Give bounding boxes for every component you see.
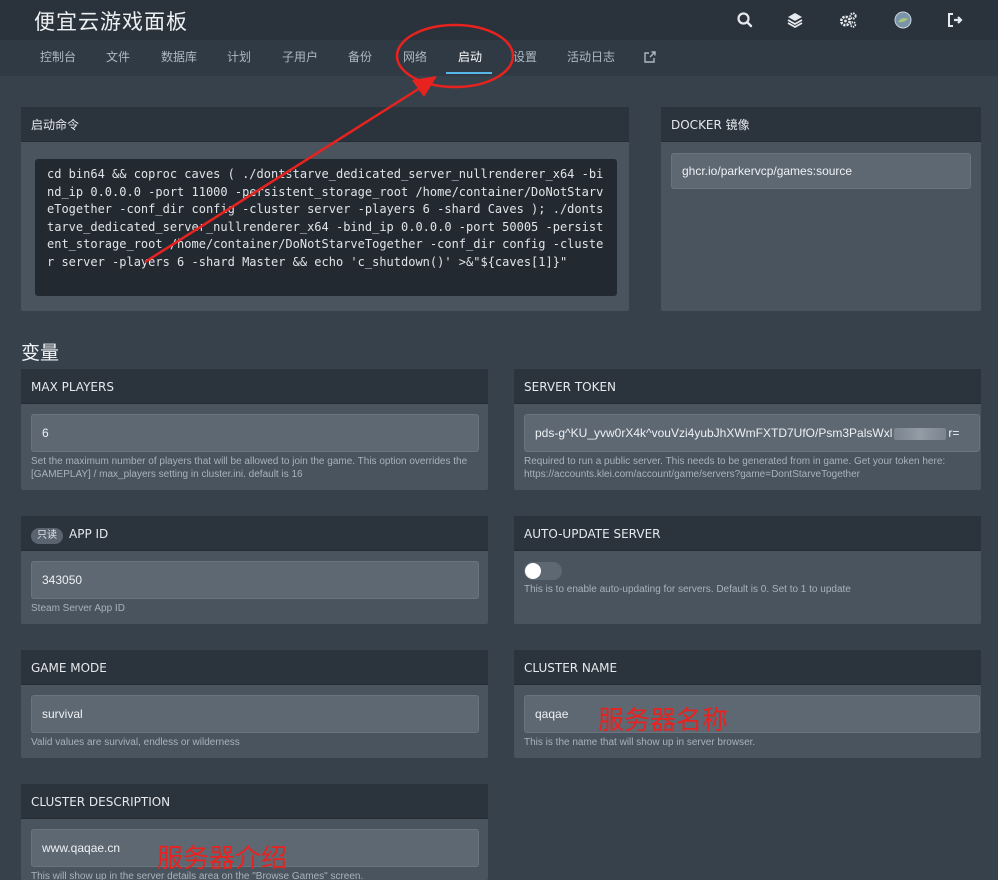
- tab-users[interactable]: 子用户: [282, 40, 318, 76]
- server-token-input[interactable]: pds-g^KU_yvw0rX4k^vouVzi4yubJhXWmFXTD7Uf…: [524, 414, 980, 452]
- active-tab-indicator: [446, 72, 492, 74]
- cluster-name-annotation: 服务器名称: [598, 706, 729, 736]
- read-only-badge: 只读: [31, 528, 63, 544]
- docker-image-panel: DOCKER 镜像 ghcr.io/parkervcp/games:source: [661, 107, 981, 311]
- server-token-panel: SERVER TOKEN pds-g^KU_yvw0rX4k^vouVzi4yu…: [514, 369, 981, 490]
- tab-console[interactable]: 控制台: [40, 40, 76, 76]
- max-players-label: MAX PLAYERS: [21, 369, 488, 404]
- tab-activity[interactable]: 活动日志: [567, 40, 615, 76]
- layers-icon[interactable]: [785, 10, 805, 30]
- game-mode-label: GAME MODE: [21, 650, 488, 685]
- nav-bar: 控制台 文件 数据库 计划 子用户 备份 网络 启动 设置 活动日志: [0, 40, 998, 76]
- cluster-name-label: CLUSTER NAME: [514, 650, 981, 685]
- tab-settings[interactable]: 设置: [513, 40, 537, 76]
- startup-command-code: cd bin64 && coproc caves ( ./dontstarve_…: [35, 159, 617, 296]
- game-mode-input[interactable]: survival: [31, 695, 479, 733]
- app-title[interactable]: 便宜云游戏面板: [34, 6, 188, 36]
- server-token-value-start: pds-g^KU_yvw0rX4k^vouVzi4yubJhXWmFXTD7Uf…: [535, 426, 893, 440]
- tab-startup[interactable]: 启动: [458, 40, 482, 76]
- tab-files[interactable]: 文件: [106, 40, 130, 76]
- startup-command-title: 启动命令: [21, 107, 629, 142]
- tab-network[interactable]: 网络: [403, 40, 427, 76]
- cluster-name-hint: This is the name that will show up in se…: [524, 737, 756, 748]
- variables-title: 变量: [21, 342, 60, 364]
- toggle-knob: [525, 563, 541, 579]
- cluster-description-annotation: 服务器介绍: [157, 844, 288, 874]
- redaction-blur: [894, 427, 947, 440]
- search-icon[interactable]: [735, 10, 755, 30]
- auto-update-hint: This is to enable auto-updating for serv…: [524, 584, 851, 595]
- annotation-arrow-head: [412, 76, 437, 97]
- server-token-value-end: r=: [948, 426, 960, 440]
- app-id-label: APP ID: [69, 527, 109, 541]
- game-mode-panel: GAME MODE survival Valid values are surv…: [21, 650, 488, 758]
- cluster-description-label: CLUSTER DESCRIPTION: [21, 784, 488, 819]
- server-token-hint: Required to run a public server. This ne…: [524, 456, 946, 480]
- max-players-hint: Set the maximum number of players that w…: [31, 456, 468, 480]
- auto-update-panel: AUTO-UPDATE SERVER This is to enable aut…: [514, 516, 981, 624]
- app-id-panel: 只读 APP ID 343050 Steam Server App ID: [21, 516, 488, 624]
- max-players-panel: MAX PLAYERS 6 Set the maximum number of …: [21, 369, 488, 490]
- startup-command-panel: 启动命令 cd bin64 && coproc caves ( ./dontst…: [21, 107, 629, 311]
- docker-image-title: DOCKER 镜像: [661, 107, 981, 142]
- docker-image-select[interactable]: ghcr.io/parkervcp/games:source: [671, 153, 971, 189]
- tab-schedules[interactable]: 计划: [227, 40, 251, 76]
- tab-databases[interactable]: 数据库: [161, 40, 197, 76]
- auto-update-toggle[interactable]: [524, 562, 562, 580]
- app-id-input[interactable]: 343050: [31, 561, 479, 599]
- top-bar: 便宜云游戏面板: [0, 0, 998, 40]
- app-id-header: 只读 APP ID: [21, 516, 488, 551]
- auto-update-label: AUTO-UPDATE SERVER: [514, 516, 981, 551]
- game-mode-hint: Valid values are survival, endless or wi…: [31, 737, 240, 748]
- tab-backups[interactable]: 备份: [348, 40, 372, 76]
- logout-icon[interactable]: [945, 10, 965, 30]
- avatar[interactable]: [893, 10, 913, 30]
- app-id-hint: Steam Server App ID: [31, 603, 125, 614]
- gears-icon[interactable]: [838, 10, 858, 30]
- external-link-icon[interactable]: [643, 50, 657, 66]
- cluster-name-input[interactable]: qaqae: [524, 695, 980, 733]
- server-token-label: SERVER TOKEN: [514, 369, 981, 404]
- max-players-input[interactable]: 6: [31, 414, 479, 452]
- cluster-name-panel: CLUSTER NAME qaqae This is the name that…: [514, 650, 981, 758]
